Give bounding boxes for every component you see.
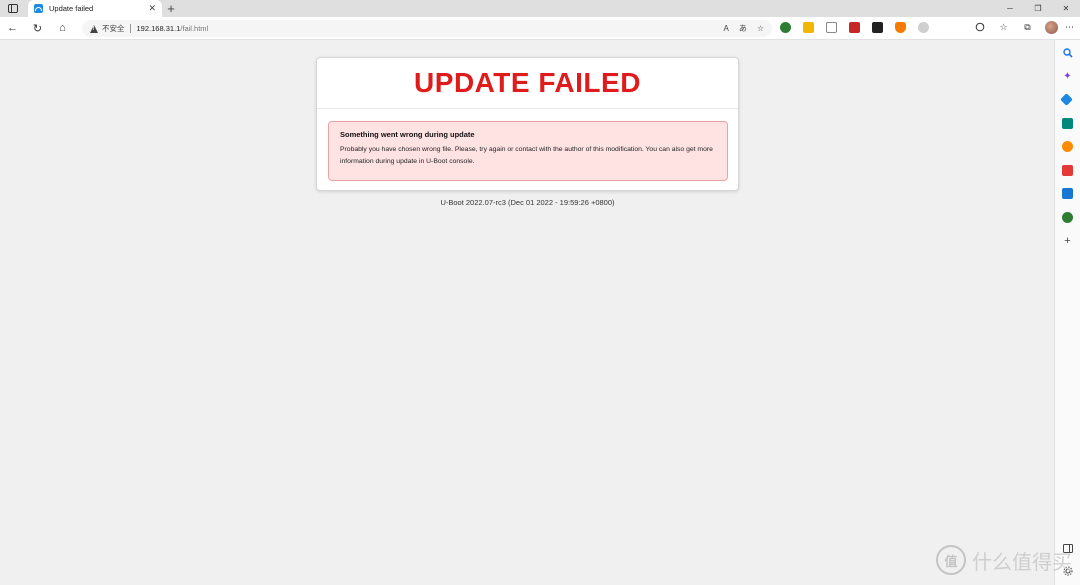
browser-toolbar: ← ↻ ⌂ 不安全 192.168.31.1 /fail.html A あ ☆ …: [0, 17, 1080, 40]
shield-icon[interactable]: [826, 22, 837, 33]
profile-avatar[interactable]: [1045, 21, 1058, 34]
minimize-button[interactable]: ─: [996, 0, 1024, 17]
add-sidebar-app-icon[interactable]: +: [1062, 235, 1073, 247]
window-controls: ─ ❐ ✕: [996, 0, 1080, 17]
address-separator: [129, 24, 131, 33]
brave-shield-icon[interactable]: [895, 22, 906, 33]
address-bar[interactable]: 不安全 192.168.31.1 /fail.html A あ ☆: [82, 20, 772, 37]
home-button[interactable]: ⌂: [50, 17, 75, 40]
watermark-text: 什么值得买: [972, 549, 1072, 574]
extension-green-icon[interactable]: [780, 22, 791, 33]
warning-icon[interactable]: [90, 24, 98, 33]
card-header: UPDATE FAILED: [317, 58, 738, 109]
tab-actions-icon: [8, 4, 18, 13]
favorites-icon[interactable]: ☆: [997, 22, 1010, 33]
alert-body: Probably you have chosen wrong file. Ple…: [340, 146, 713, 165]
extension-folder-icon[interactable]: [803, 22, 814, 33]
right-toolbar: ☆ ⧉: [973, 21, 1058, 34]
search-icon[interactable]: [1062, 47, 1073, 58]
read-aloud-icon[interactable]: A: [723, 24, 728, 33]
tools-icon[interactable]: [1062, 118, 1073, 129]
new-tab-button[interactable]: +: [162, 0, 180, 17]
wifi-favicon-icon: [34, 4, 43, 13]
tab-close-icon[interactable]: ✕: [148, 4, 156, 13]
office-icon[interactable]: [1062, 165, 1073, 176]
collections-icon[interactable]: ⧉: [1021, 22, 1034, 33]
watermark-logo: 值: [936, 545, 966, 575]
page-content: UPDATE FAILED Something went wrong durin…: [0, 41, 1054, 585]
uboot-version: U-Boot 2022.07-rc3 (Dec 01 2022 - 19:59:…: [440, 198, 615, 207]
edge-sidebar: ✦ +: [1054, 40, 1080, 585]
address-bar-actions: A あ ☆: [723, 20, 764, 37]
tab-update-failed[interactable]: Update failed ✕: [28, 0, 162, 17]
url-path[interactable]: /fail.html: [180, 24, 208, 33]
copilot-icon[interactable]: ✦: [1062, 71, 1073, 82]
close-window-button[interactable]: ✕: [1052, 0, 1080, 17]
refresh-sync-icon[interactable]: [973, 22, 986, 34]
search-glyph-icon: [1062, 47, 1073, 58]
sync-icon: [975, 22, 984, 31]
extension-icons: [780, 22, 929, 33]
shopping-tag-icon[interactable]: [1060, 93, 1073, 106]
error-alert: Something went wrong during update Proba…: [328, 121, 728, 181]
add-favorite-icon[interactable]: ☆: [757, 24, 764, 33]
tree-icon[interactable]: [1062, 212, 1073, 223]
page-title: UPDATE FAILED: [414, 67, 641, 98]
extension-red-icon[interactable]: [849, 22, 860, 33]
security-label[interactable]: 不安全: [102, 23, 125, 34]
extension-dark-icon[interactable]: [872, 22, 883, 33]
update-result-card: UPDATE FAILED Something went wrong durin…: [316, 57, 739, 191]
tab-strip: Update failed ✕ + ─ ❐ ✕: [0, 0, 1080, 17]
reload-button[interactable]: ↻: [25, 17, 50, 40]
outlook-icon[interactable]: [1062, 188, 1073, 199]
more-options-button[interactable]: ⋯: [1065, 22, 1074, 33]
alert-heading: Something went wrong during update: [340, 130, 475, 139]
tab-title: Update failed: [49, 4, 94, 13]
restore-button[interactable]: ❐: [1024, 0, 1052, 17]
url-host[interactable]: 192.168.31.1: [137, 24, 181, 33]
cloud-icon[interactable]: [918, 22, 929, 33]
games-icon[interactable]: [1062, 141, 1073, 152]
translate-icon[interactable]: あ: [739, 23, 747, 34]
tab-actions-button[interactable]: [0, 0, 26, 17]
back-button[interactable]: ←: [0, 17, 25, 40]
watermark: 值 什么值得买: [936, 545, 1072, 575]
